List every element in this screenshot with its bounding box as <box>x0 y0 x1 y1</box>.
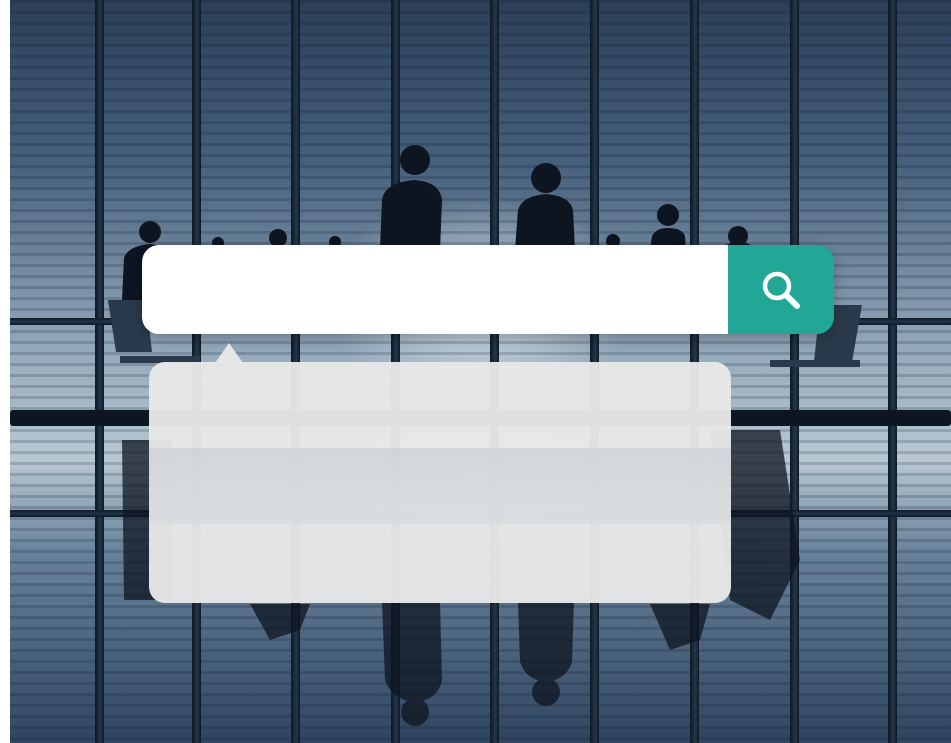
suggestions-panel <box>149 362 731 603</box>
search-icon <box>762 271 800 309</box>
seated-person <box>650 204 686 250</box>
person-right <box>515 163 575 250</box>
search-input[interactable] <box>142 245 728 334</box>
dropdown-pointer <box>215 343 243 363</box>
search-button[interactable] <box>728 245 834 334</box>
panel-reflection-band <box>149 448 731 524</box>
person-left <box>380 145 442 250</box>
search-bar <box>142 245 834 334</box>
